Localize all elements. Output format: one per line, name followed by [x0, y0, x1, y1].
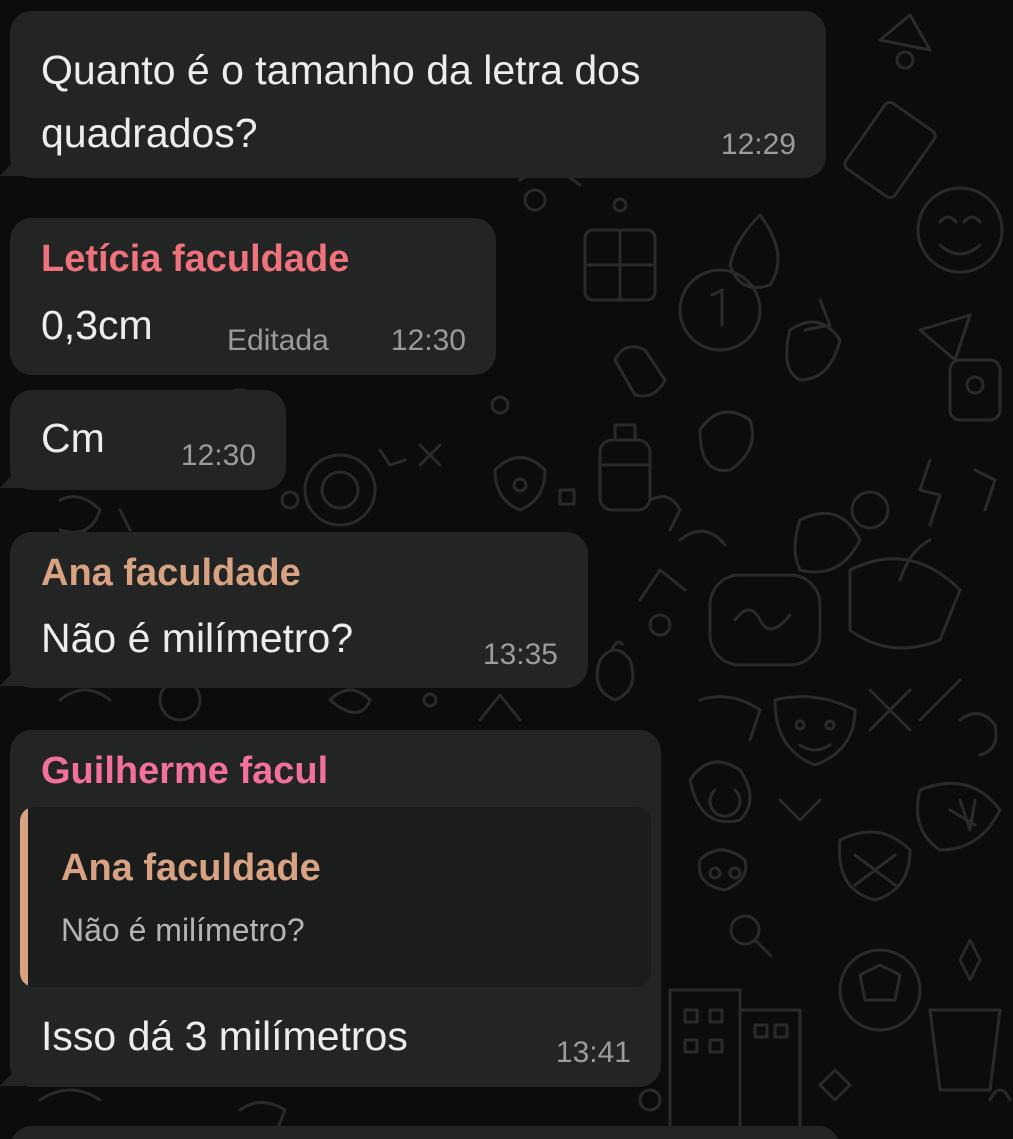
- message-timestamp: 12:30: [390, 324, 466, 357]
- message-timestamp: 12:30: [180, 439, 256, 472]
- sender-name[interactable]: Guilherme facul: [41, 750, 328, 793]
- message-bubble[interactable]: Letícia faculdade 0,3cm Editada 12:30: [10, 218, 496, 375]
- message-text: 0,3cm: [41, 302, 153, 348]
- message-bubble[interactable]: Ana faculdade Não é milímetro? 13:35: [10, 532, 588, 688]
- sender-name[interactable]: Ana faculdade: [41, 552, 301, 595]
- message-text: Não é milímetro?: [41, 615, 354, 661]
- sender-name[interactable]: Letícia faculdade: [41, 238, 349, 281]
- message-text: Isso dá 3 milímetros: [41, 1013, 408, 1059]
- quoted-text: Não é milímetro?: [61, 912, 305, 948]
- message-text: Quanto é o tamanho da letra dos: [41, 47, 641, 93]
- message-text: quadrados?: [41, 110, 258, 156]
- edited-label: Editada: [227, 324, 329, 357]
- chat-area[interactable]: Quanto é o tamanho da letra dos quadrado…: [0, 0, 1013, 1139]
- message-text: Cm: [41, 415, 105, 461]
- message-timestamp: 12:29: [720, 128, 796, 161]
- message-bubble-partial[interactable]: [10, 1126, 840, 1139]
- message-timestamp: 13:41: [555, 1036, 631, 1069]
- quote-accent-bar: [20, 807, 28, 987]
- message-bubble[interactable]: Cm 12:30: [10, 390, 286, 490]
- quoted-message[interactable]: Ana faculdade Não é milímetro?: [20, 807, 651, 987]
- message-bubble[interactable]: Quanto é o tamanho da letra dos quadrado…: [10, 11, 826, 178]
- quoted-sender-name: Ana faculdade: [61, 847, 321, 889]
- message-bubble[interactable]: Guilherme facul Ana faculdade Não é milí…: [10, 730, 661, 1087]
- message-timestamp: 13:35: [482, 638, 558, 671]
